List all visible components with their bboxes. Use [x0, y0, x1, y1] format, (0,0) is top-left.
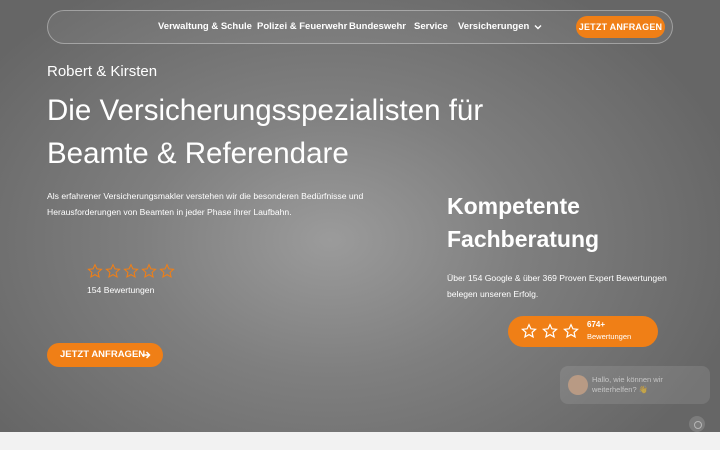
arrow-right-icon	[142, 351, 151, 359]
intro-text: Als erfahrener Versicherungsmakler verst…	[47, 189, 377, 220]
badge-label: Bewertungen	[587, 332, 632, 341]
intro-line-1: Als erfahrener Versicherungsmakler verst…	[47, 191, 364, 201]
nav-link-versicherungen-label: Versicherungen	[458, 21, 530, 32]
main-navigation: Verwaltung & Schule Polizei & Feuerwehr …	[47, 10, 673, 44]
rating-count: 154 Bewertungen	[87, 285, 155, 295]
title-line-1: Die Versicherungsspezialisten für	[47, 94, 484, 127]
badge-count: 674+	[587, 320, 606, 329]
side-heading: Kompetente Fachberatung	[447, 190, 667, 256]
chat-launcher-button[interactable]	[689, 416, 705, 432]
hero-cta-label: JETZT ANFRAGEN	[60, 349, 146, 360]
hero-cta-button[interactable]: JETZT ANFRAGEN	[47, 343, 163, 367]
star-outline-icon	[159, 263, 175, 278]
brand-eyebrow: Robert & Kirsten	[47, 63, 158, 80]
side-text: Über 154 Google & über 369 Proven Expert…	[447, 270, 677, 302]
nav-cta-button[interactable]: JETZT ANFRAGEN	[576, 16, 665, 38]
nav-link-service[interactable]: Service	[414, 11, 448, 43]
nav-link-polizei-feuerwehr[interactable]: Polizei & Feuerwehr	[257, 11, 347, 43]
nav-dropdown-versicherungen[interactable]: Versicherungen	[458, 11, 542, 43]
google-rating-stars	[87, 263, 175, 279]
title-line-2: Beamte & Referendare	[47, 137, 349, 170]
chevron-down-icon	[534, 25, 542, 30]
side-heading-line-1: Kompetente	[447, 193, 580, 219]
chat-greeting-text: Hallo, wie können wir weiterhelfen? 👋	[592, 375, 663, 394]
star-outline-icon	[105, 263, 121, 278]
star-outline-icon	[521, 323, 537, 339]
reviews-badge[interactable]: 674+ Bewertungen	[508, 316, 658, 347]
star-outline-icon	[87, 263, 103, 278]
avatar	[568, 375, 588, 395]
star-outline-icon	[141, 263, 157, 278]
side-heading-line-2: Fachberatung	[447, 226, 600, 252]
star-outline-icon	[123, 263, 139, 278]
hero-section: Verwaltung & Schule Polizei & Feuerwehr …	[0, 0, 720, 432]
page-title: Die Versicherungsspezialisten für Beamte…	[47, 89, 527, 175]
next-section	[0, 432, 720, 450]
star-outline-icon	[542, 323, 558, 339]
side-text-line-2: belegen unseren Erfolg.	[447, 289, 539, 299]
side-text-line-1: Über 154 Google & über 369 Proven Expert…	[447, 273, 667, 283]
intro-line-2: Herausforderungen von Beamten in jeder P…	[47, 206, 292, 217]
star-outline-icon	[563, 323, 579, 339]
nav-link-bundeswehr[interactable]: Bundeswehr	[349, 11, 406, 43]
nav-link-verwaltung-schule[interactable]: Verwaltung & Schule	[158, 11, 252, 43]
chat-greeting-bubble[interactable]: Hallo, wie können wir weiterhelfen? 👋	[560, 366, 710, 404]
